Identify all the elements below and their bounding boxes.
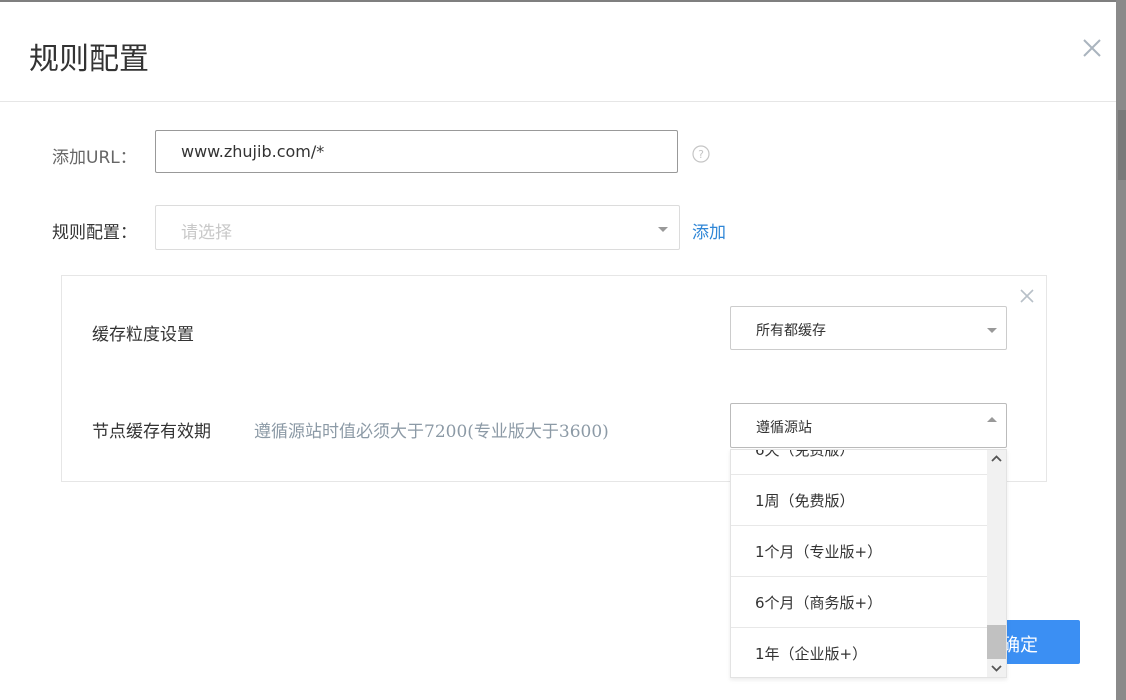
dropdown-list: 6天（免费版） 1周（免费版） 1个月（专业版+） 6个月（商务版+） 1年（企… — [731, 449, 987, 677]
dropdown-option-label: 1周（免费版） — [755, 492, 855, 510]
dropdown-option[interactable]: 6天（免费版） — [731, 449, 987, 475]
close-icon[interactable] — [1019, 288, 1035, 304]
url-label: 添加URL： — [52, 148, 137, 168]
node-cache-value: 遵循源站 — [756, 420, 812, 436]
help-circle-icon[interactable]: ? — [692, 145, 710, 163]
node-cache-hint: 遵循源站时值必须大于7200(专业版大于3600) — [254, 422, 609, 442]
dropdown-option[interactable]: 6个月（商务版+） — [731, 577, 987, 628]
dropdown-option[interactable]: 1周（免费版） — [731, 475, 987, 526]
node-cache-label: 节点缓存有效期 — [92, 422, 211, 442]
dropdown-option-label: 1个月（专业版+） — [755, 543, 883, 561]
dropdown-option[interactable]: 1个月（专业版+） — [731, 526, 987, 577]
chevron-up-icon — [987, 417, 997, 422]
cache-granularity-label: 缓存粒度设置 — [92, 325, 194, 345]
cache-granularity-select[interactable]: 所有都缓存 — [730, 306, 1007, 350]
modal-title: 规则配置 — [29, 42, 149, 77]
confirm-label: 确定 — [1002, 635, 1038, 656]
close-icon[interactable] — [1080, 36, 1104, 60]
svg-text:?: ? — [698, 148, 704, 161]
rule-select-placeholder: 请选择 — [181, 223, 232, 243]
url-input-value: www.zhujib.com/* — [181, 142, 325, 161]
rule-label: 规则配置： — [52, 223, 137, 243]
dropdown-option[interactable]: 1年（企业版+） — [731, 628, 987, 677]
background-page — [1116, 0, 1126, 700]
cache-granularity-value: 所有都缓存 — [756, 323, 826, 339]
scroll-down-icon[interactable] — [987, 659, 1006, 677]
add-rule-link[interactable]: 添加 — [692, 218, 726, 243]
dropdown-option-label: 1年（企业版+） — [755, 645, 868, 663]
chevron-down-icon — [987, 328, 997, 333]
scroll-up-icon[interactable] — [987, 450, 1006, 468]
dropdown-scrollbar[interactable] — [987, 450, 1006, 677]
background-mark — [1118, 110, 1126, 180]
node-cache-select[interactable]: 遵循源站 — [730, 403, 1007, 448]
url-input[interactable]: www.zhujib.com/* — [155, 130, 678, 173]
scrollbar-thumb[interactable] — [987, 625, 1006, 659]
chevron-down-icon — [658, 227, 668, 232]
dropdown-option-label: 6个月（商务版+） — [755, 594, 883, 612]
dropdown-option-label: 6天（免费版） — [755, 449, 855, 459]
modal-header: 规则配置 — [0, 2, 1116, 102]
node-cache-dropdown: 6天（免费版） 1周（免费版） 1个月（专业版+） 6个月（商务版+） 1年（企… — [730, 449, 1007, 678]
rule-select[interactable]: 请选择 — [155, 205, 680, 250]
